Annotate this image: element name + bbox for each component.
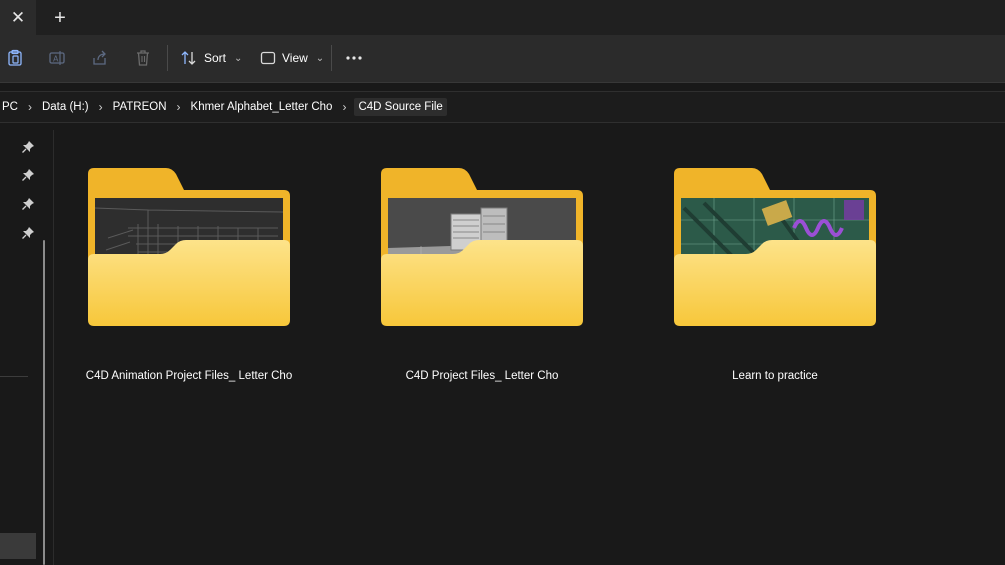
address-bar[interactable]: PC › Data (H:) › PATREON › Khmer Alphabe… — [0, 91, 1005, 123]
navigation-pane — [0, 122, 45, 565]
share-icon — [93, 50, 106, 65]
chevron-down-icon: ⌄ — [234, 52, 243, 64]
pin-icon[interactable] — [21, 140, 35, 154]
breadcrumb-item[interactable]: Data (H:) — [40, 101, 91, 113]
new-tab-button[interactable]: + — [46, 4, 74, 32]
svg-text:A: A — [53, 55, 59, 64]
chevron-right-icon[interactable]: › — [342, 100, 346, 114]
folder-name: C4D Project Files_ Letter Cho — [405, 370, 559, 382]
close-tab-button[interactable]: ✕ — [0, 0, 36, 35]
chevron-right-icon[interactable]: › — [99, 100, 103, 114]
pin-icon[interactable] — [21, 197, 35, 211]
folder-item[interactable]: Learn to practice — [665, 168, 885, 382]
command-bar: A Sort ⌄ View ⌄ — [0, 35, 1005, 83]
plus-icon: + — [54, 6, 66, 29]
folder-name: C4D Animation Project Files_ Letter Cho — [85, 370, 293, 382]
pin-icon[interactable] — [21, 168, 35, 182]
folder-icon — [674, 168, 876, 326]
rename-icon: A — [49, 51, 65, 65]
toolbar-separator — [331, 45, 332, 71]
more-options-button[interactable] — [339, 44, 369, 72]
folder-name: Learn to practice — [732, 370, 818, 382]
folder-icon — [381, 168, 583, 326]
view-icon — [260, 51, 276, 65]
nav-divider — [0, 376, 28, 377]
pane-divider[interactable] — [53, 130, 54, 565]
breadcrumb-current[interactable]: C4D Source File — [354, 98, 447, 116]
chevron-right-icon[interactable]: › — [28, 100, 32, 114]
delete-button[interactable] — [128, 44, 158, 72]
chevron-down-icon: ⌄ — [315, 52, 325, 64]
sort-button[interactable]: Sort ⌄ — [180, 44, 242, 72]
tab-strip: ✕ + — [0, 0, 1005, 35]
share-button[interactable] — [85, 44, 115, 72]
delete-icon — [137, 50, 149, 66]
breadcrumb-item[interactable]: PC — [0, 101, 20, 113]
breadcrumb: PC › Data (H:) › PATREON › Khmer Alphabe… — [0, 92, 447, 122]
view-label: View — [282, 51, 308, 65]
nav-scrollbar[interactable] — [43, 240, 45, 565]
nav-item-selected[interactable] — [0, 533, 36, 559]
folder-item[interactable]: C4D Animation Project Files_ Letter Cho — [79, 168, 299, 382]
breadcrumb-item[interactable]: Khmer Alphabet_Letter Cho — [189, 101, 335, 113]
rename-button[interactable]: A — [42, 44, 72, 72]
sort-label: Sort — [204, 51, 227, 65]
view-button[interactable]: View ⌄ — [260, 44, 324, 72]
breadcrumb-item[interactable]: PATREON — [111, 101, 169, 113]
more-icon — [346, 56, 362, 60]
folder-icon — [88, 168, 290, 326]
paste-button[interactable] — [0, 44, 30, 72]
paste-icon — [8, 49, 22, 66]
chevron-right-icon[interactable]: › — [177, 100, 181, 114]
sort-icon — [181, 51, 196, 65]
toolbar-separator — [167, 45, 168, 71]
pin-icon[interactable] — [21, 226, 35, 240]
close-icon: ✕ — [10, 7, 26, 27]
folder-item[interactable]: C4D Project Files_ Letter Cho — [372, 168, 592, 382]
